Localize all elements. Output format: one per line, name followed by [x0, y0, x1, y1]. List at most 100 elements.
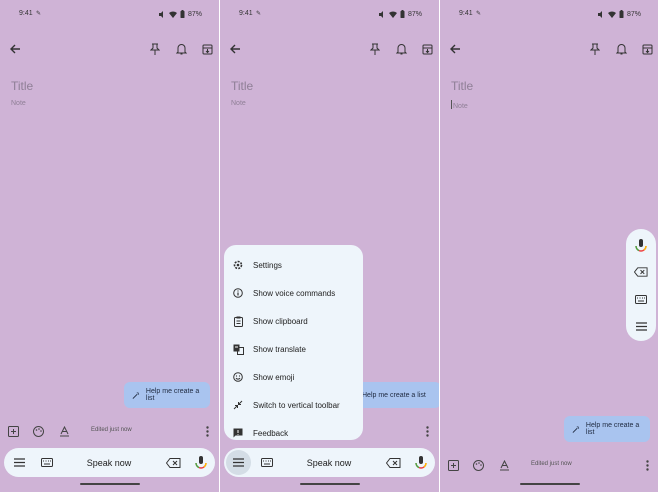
menu-item-vertical-toolbar[interactable]: Switch to vertical toolbar	[224, 391, 363, 419]
title-field[interactable]: Title	[11, 79, 33, 93]
magic-wand-icon	[132, 391, 140, 399]
title-field[interactable]: Title	[231, 79, 253, 93]
back-arrow-icon[interactable]	[226, 40, 244, 58]
back-arrow-icon[interactable]	[6, 40, 24, 58]
translate-icon	[232, 343, 244, 355]
back-arrow-icon[interactable]	[446, 40, 464, 58]
add-box-icon[interactable]	[445, 457, 461, 473]
status-bar: 9:41 ✎ 87%	[0, 10, 219, 22]
help-me-create-list-button[interactable]: Help me create a list	[564, 416, 650, 442]
menu-item-settings[interactable]: Settings	[224, 251, 363, 279]
title-field[interactable]: Title	[451, 79, 473, 93]
battery-percent: 87%	[187, 10, 202, 18]
more-options-icon[interactable]	[422, 423, 432, 439]
info-icon	[232, 287, 244, 299]
note-field[interactable]: Note	[231, 100, 246, 107]
battery-icon	[180, 10, 185, 18]
menu-item-voice-commands[interactable]: Show voice commands	[224, 279, 363, 307]
microphone-icon[interactable]	[192, 448, 210, 477]
emoji-icon	[232, 371, 244, 383]
note-field[interactable]: Note	[11, 100, 26, 107]
backspace-icon[interactable]	[384, 448, 402, 477]
menu-item-emoji[interactable]: Show emoji	[224, 363, 363, 391]
collapse-icon	[232, 399, 244, 411]
more-options-icon[interactable]	[202, 423, 212, 439]
edited-timestamp: Edited just now	[531, 461, 572, 467]
menu-item-label: Show translate	[253, 344, 306, 354]
menu-item-label: Feedback	[253, 428, 289, 438]
text-format-icon[interactable]	[56, 423, 72, 439]
reminder-bell-icon[interactable]	[392, 40, 410, 58]
microphone-icon[interactable]	[626, 237, 656, 255]
battery-percent: 87%	[626, 10, 641, 18]
backspace-icon[interactable]	[164, 448, 182, 477]
screen-middle: 9:41 ✎ 87% Title Note Help me create a l…	[220, 0, 439, 492]
speak-now-label: Speak now	[86, 457, 132, 468]
status-time: 9:41	[459, 10, 473, 17]
palette-icon[interactable]	[30, 423, 46, 439]
wifi-icon	[388, 10, 397, 18]
edit-toolbar: Edited just now	[440, 457, 658, 475]
wifi-icon	[607, 10, 616, 18]
add-box-icon[interactable]	[5, 423, 21, 439]
menu-item-feedback[interactable]: Feedback	[224, 419, 363, 447]
archive-icon[interactable]	[198, 40, 216, 58]
vertical-voice-toolbar	[626, 229, 656, 341]
microphone-icon[interactable]	[412, 448, 430, 477]
help-label: Help me create a list	[585, 422, 640, 436]
status-icons: 87%	[158, 10, 202, 18]
text-format-icon[interactable]	[496, 457, 512, 473]
status-icons: 87%	[597, 10, 641, 18]
notification-icon: ✎	[256, 11, 262, 17]
wifi-icon	[168, 10, 177, 18]
feedback-icon	[232, 427, 244, 439]
help-me-create-list-button[interactable]: Help me create a list	[355, 382, 439, 408]
battery-icon	[619, 10, 624, 18]
edited-timestamp: Edited just now	[91, 427, 132, 433]
status-time: 9:41	[19, 10, 33, 17]
status-bar: 9:41 ✎ 87%	[440, 10, 658, 22]
archive-icon[interactable]	[638, 40, 656, 58]
pin-icon[interactable]	[146, 40, 164, 58]
note-toolbar	[0, 40, 219, 60]
help-label: Help me create a list	[362, 391, 426, 399]
magic-wand-icon	[572, 425, 580, 433]
reminder-bell-icon[interactable]	[172, 40, 190, 58]
voice-menu-popup: Settings Show voice commands Show clipbo…	[224, 245, 363, 440]
note-placeholder: Note	[453, 103, 468, 110]
note-field[interactable]: Note	[451, 100, 468, 110]
backspace-icon[interactable]	[626, 263, 656, 281]
menu-item-label: Show clipboard	[253, 316, 308, 326]
pin-icon[interactable]	[586, 40, 604, 58]
screen-right: 9:41 ✎ 87% Title Note Help me create a l…	[440, 0, 658, 492]
help-me-create-list-button[interactable]: Help me create a list	[124, 382, 210, 408]
menu-icon[interactable]	[626, 317, 656, 335]
more-options-icon[interactable]	[642, 457, 652, 473]
voice-toolbar: Speak now	[224, 448, 435, 477]
mute-icon	[378, 10, 383, 18]
menu-item-translate[interactable]: Show translate	[224, 335, 363, 363]
note-toolbar	[440, 40, 658, 60]
home-indicator	[80, 483, 140, 485]
reminder-bell-icon[interactable]	[612, 40, 630, 58]
home-indicator	[520, 483, 580, 485]
text-cursor	[451, 100, 452, 109]
menu-item-label: Switch to vertical toolbar	[253, 400, 340, 410]
status-bar: 9:41 ✎ 87%	[220, 10, 439, 22]
keyboard-icon[interactable]	[626, 290, 656, 308]
status-time: 9:41	[239, 10, 253, 17]
menu-item-clipboard[interactable]: Show clipboard	[224, 307, 363, 335]
keyboard-icon[interactable]	[258, 448, 276, 477]
status-icons: 87%	[378, 10, 422, 18]
palette-icon[interactable]	[470, 457, 486, 473]
pin-icon[interactable]	[366, 40, 384, 58]
menu-item-label: Show emoji	[253, 372, 295, 382]
menu-icon[interactable]	[10, 448, 28, 477]
archive-icon[interactable]	[418, 40, 436, 58]
notification-icon: ✎	[36, 11, 42, 17]
help-label: Help me create a list	[145, 388, 200, 402]
voice-toolbar: Speak now	[4, 448, 215, 477]
mute-icon	[597, 10, 602, 18]
keyboard-icon[interactable]	[38, 448, 56, 477]
menu-icon[interactable]	[226, 450, 251, 475]
